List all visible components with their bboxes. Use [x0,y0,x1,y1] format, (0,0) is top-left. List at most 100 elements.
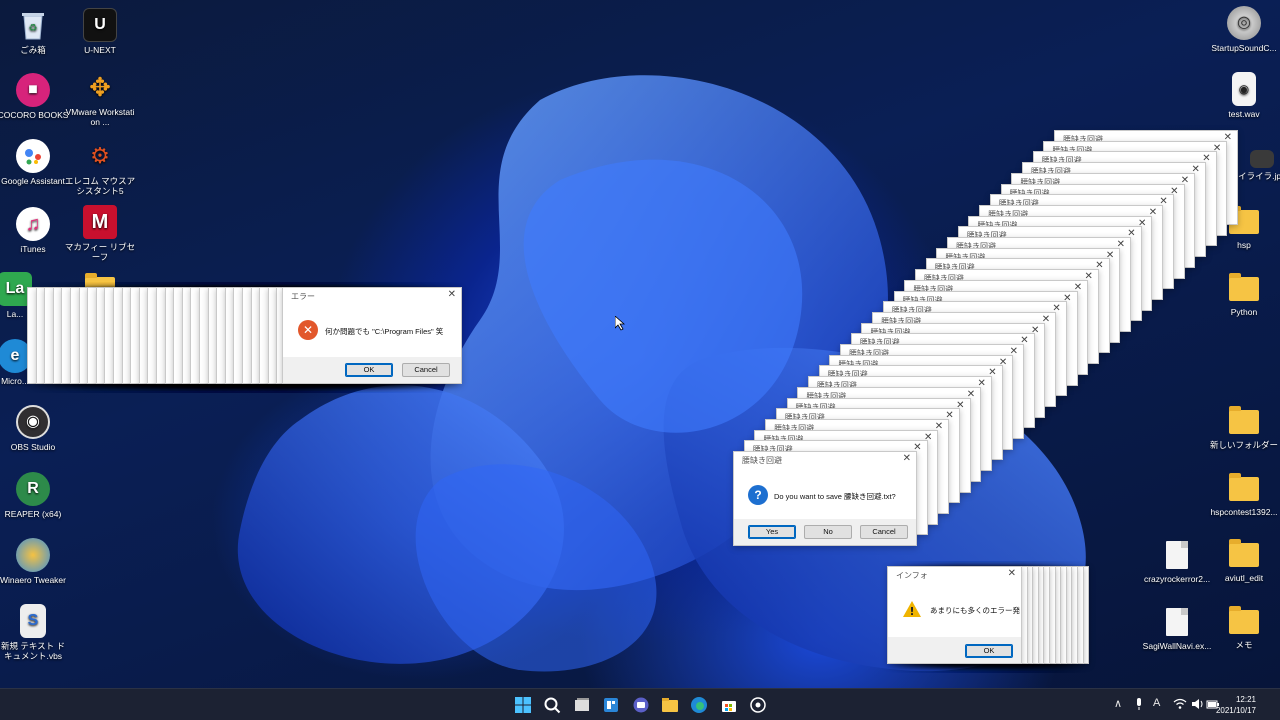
cancel-button[interactable]: Cancel [402,363,450,377]
desktop-icon-elecom[interactable]: ⚙ エレコム マウスアシスタント5 [64,139,136,197]
ok-button[interactable]: OK [965,644,1013,658]
dialog-title: エラー [291,292,315,301]
desktop-icon-python[interactable]: Python [1208,272,1280,317]
desktop-icon-label: 新規 テキスト ドキュメント.vbs [1,641,65,661]
desktop-icon-label: 新しいフォルダー [1209,440,1278,450]
windows-start-icon[interactable] [514,696,532,714]
wav-file-icon: ◉ [1232,72,1256,106]
desktop-icon-label: hspcontest1392... [1210,507,1278,517]
error-dialog[interactable]: エラー ✕ ✕ 何か問題でも "C:\Program Files" 笑 OK C… [282,287,462,384]
app-icon[interactable] [749,696,767,714]
no-button[interactable]: No [804,525,852,539]
desktop-icon-recycle-bin[interactable]: ♻ ごみ箱 [0,8,69,55]
close-icon[interactable]: ✕ [903,453,911,464]
edge-icon[interactable] [690,696,708,714]
task-view-icon[interactable] [573,696,591,714]
desktop: ♻ ごみ箱 U U-NEXT ■ COCORO BOOKS ✥ VMware W… [0,0,1280,688]
desktop-icon-label: Winaero Tweaker [0,575,66,585]
desktop-icon-google-assistant[interactable]: Google Assistant [0,139,69,186]
widgets-icon[interactable] [602,696,620,714]
teams-chat-icon[interactable] [632,696,650,714]
desktop-icon-label: ごみ箱 [20,45,46,55]
microphone-icon[interactable] [1134,697,1144,711]
folder-icon [1229,406,1259,434]
folder-icon [1229,539,1259,567]
close-icon[interactable]: ✕ [448,289,456,300]
dialog-message: Do you want to save 腰缺き回避.txt? [774,492,896,501]
desktop-icon-label: OBS Studio [10,442,56,452]
mcafee-icon: M [83,205,117,239]
desktop-icon-sagiwallnavi[interactable]: SagiWallNavi.ex... [1141,605,1213,651]
folder-icon [1229,606,1259,634]
dialog-footer: OK [888,637,1021,663]
folder-icon [1229,473,1259,501]
taskbar: ∧ A 12:21 2021/10/17 [0,688,1280,720]
elecom-icon: ⚙ [90,143,110,168]
winaero-icon [16,538,50,572]
yes-button[interactable]: Yes [748,525,796,539]
desktop-icon-itunes[interactable]: ♫ iTunes [0,207,69,254]
desktop-icon-label: crazyrockerror2... [1143,574,1211,584]
desktop-icon-label: U-NEXT [84,45,116,55]
cancel-button[interactable]: Cancel [860,525,908,539]
ok-button[interactable]: OK [345,363,393,377]
store-icon[interactable] [720,696,738,714]
desktop-icon-crazyrock[interactable]: crazyrockerror2... [1141,538,1213,584]
file-icon [1166,541,1188,569]
question-icon: ? [748,485,768,505]
desktop-icon-label: COCORO BOOKS [0,110,69,120]
dialog-footer: OK Cancel [283,357,461,383]
itunes-icon: ♫ [16,207,50,241]
search-icon[interactable] [543,696,561,714]
info-dialog[interactable]: インフォ ✕ ! あまりにも多くのエラー発 OK [887,566,1022,664]
desktop-icon-memo[interactable]: メモ [1208,605,1280,650]
save-dialog[interactable]: 腰缺き回避 ✕ ? Do you want to save 腰缺き回避.txt?… [733,451,917,546]
desktop-icon-label: SagiWallNavi.ex... [1142,641,1212,651]
cocoro-books-icon: ■ [16,73,50,107]
startup-sound-icon: ◎ [1227,6,1261,40]
vbs-file-icon: S [20,604,46,638]
desktop-icon-unext[interactable]: U U-NEXT [64,8,136,55]
desktop-icon-label: StartupSoundC... [1211,43,1277,53]
desktop-icon-winaero[interactable]: Winaero Tweaker [0,538,69,585]
desktop-icon-label: hsp [1237,240,1251,250]
desktop-icon-vmware[interactable]: ✥ VMware Workstation ... [64,70,136,127]
mouse-cursor-icon [615,316,625,331]
file-icon [1166,608,1188,636]
desktop-icon-obs[interactable]: ◉ OBS Studio [0,405,69,452]
desktop-icon-label: test.wav [1228,109,1260,119]
desktop-icon-test-wav[interactable]: ◉ test.wav [1208,72,1280,119]
svg-text:!: ! [909,605,914,618]
desktop-icon-mcafee[interactable]: M マカフィー リブセーフ [64,205,136,262]
svg-text:♻: ♻ [29,23,38,34]
desktop-icon-cocoro-books[interactable]: ■ COCORO BOOKS [0,73,69,120]
dialog-message: あまりにも多くのエラー発 [930,606,1020,615]
desktop-icon-new-folder[interactable]: 新しいフォルダー [1208,405,1280,450]
ime-indicator[interactable]: A [1153,697,1160,709]
desktop-icon-vbs[interactable]: S 新規 テキスト ドキュメント.vbs [0,604,69,661]
desktop-icon-label: Google Assistant [1,176,65,186]
show-hidden-icons-icon[interactable]: ∧ [1114,697,1122,710]
close-icon[interactable]: ✕ [1008,568,1016,579]
file-explorer-icon[interactable] [661,696,679,714]
folder-icon [1229,273,1259,301]
desktop-icon-label: Python [1230,307,1258,317]
dialog-title: インフォ [896,571,928,580]
obs-icon: ◉ [16,405,50,439]
desktop-icon-startup-sound[interactable]: ◎ StartupSoundC... [1208,6,1280,53]
desktop-icon-hspcontest[interactable]: hspcontest1392... [1208,472,1280,517]
desktop-icon-label: エレコム マウスアシスタント5 [64,176,136,196]
reaper-icon: R [16,472,50,506]
dialog-footer: Yes No Cancel [734,519,916,545]
desktop-icon-reaper[interactable]: R REAPER (x64) [0,472,69,519]
desktop-icon-aviutl[interactable]: aviutl_edit [1208,538,1280,583]
recycle-bin-icon: ♻ [16,8,50,42]
desktop-icon-label: aviutl_edit [1224,573,1264,583]
wifi-icon[interactable] [1173,698,1187,710]
taskbar-clock[interactable]: 12:21 2021/10/17 [1216,694,1256,716]
google-assistant-icon [16,139,50,173]
jpg-file-icon [1250,150,1274,168]
desktop-icon-label: iTunes [20,244,46,254]
volume-icon[interactable] [1191,698,1205,710]
vmware-icon: ✥ [89,72,111,102]
